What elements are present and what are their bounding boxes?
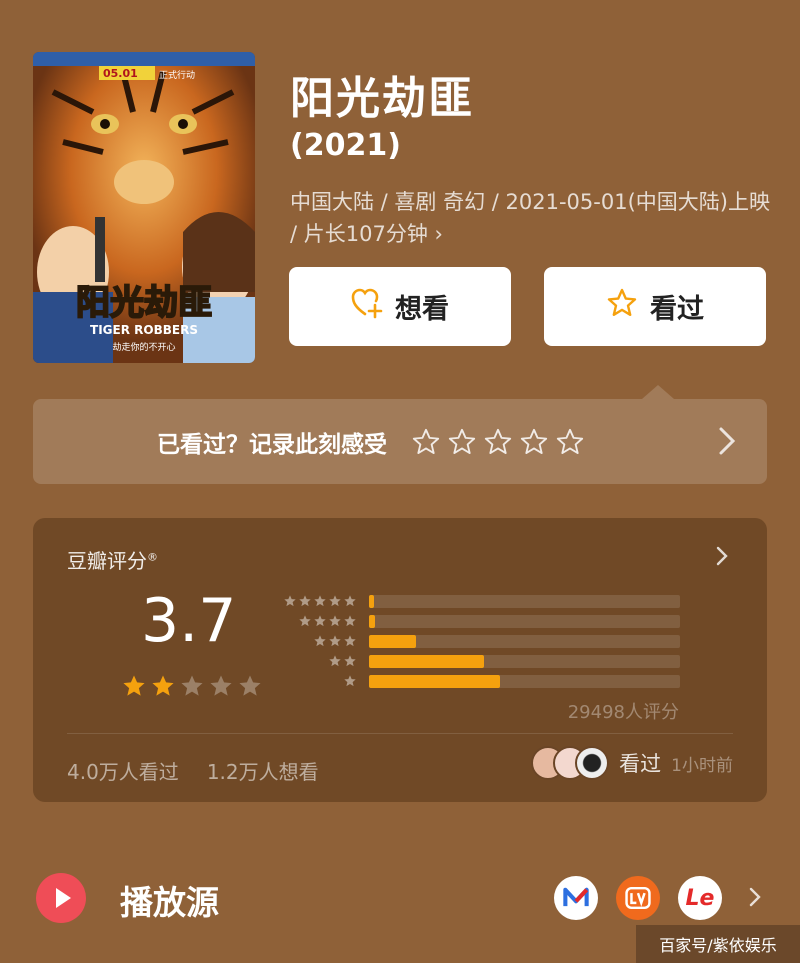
distribution-star-icon: [344, 655, 356, 667]
score-star-icon: [123, 675, 145, 696]
distribution-star-icon: [314, 615, 326, 627]
distribution-star-icon: [314, 595, 326, 607]
distribution-stars: [281, 674, 357, 688]
distribution-star-icon: [299, 595, 311, 607]
distribution-row: [281, 611, 680, 631]
distribution-star-icon: [329, 595, 341, 607]
friends-action: 看过: [619, 752, 662, 776]
platform-letv-icon[interactable]: Le: [678, 876, 722, 920]
distribution-row: [281, 591, 680, 611]
watermark: 百家号/紫依娱乐: [636, 925, 800, 963]
distribution-stars: [281, 634, 357, 648]
distribution-bar-fill: [369, 674, 500, 688]
play-icon[interactable]: [36, 873, 86, 923]
poster-tagline: 劫走你的不开心: [112, 341, 175, 353]
poster-date: 05.01: [103, 67, 138, 80]
rate-star-4-icon[interactable]: [519, 427, 549, 457]
chevron-right-icon[interactable]: [748, 886, 762, 908]
want-count: 1.2万人想看: [206, 760, 319, 784]
rate-stars[interactable]: [411, 427, 585, 457]
watched-button[interactable]: 看过: [544, 267, 766, 346]
distribution-star-icon: [284, 595, 296, 607]
record-feeling-text: 已看过？记录此刻感受: [157, 431, 387, 458]
popover-pointer: [642, 385, 674, 399]
record-feeling-bar[interactable]: 已看过？记录此刻感受: [33, 399, 767, 484]
play-source-label[interactable]: 播放源: [120, 876, 219, 924]
watched-label: 看过: [650, 294, 704, 325]
distribution-bar-track: [369, 614, 680, 628]
want-to-watch-label: 想看: [395, 294, 449, 325]
score-star-icon: [210, 675, 232, 696]
movie-poster[interactable]: 05.01 正式行动 阳光劫匪 TIGER ROBBERS 劫走你的不开心: [33, 52, 255, 363]
poster-date-suffix: 正式行动: [159, 69, 195, 81]
poster-subtitle: TIGER ROBBERS: [90, 323, 198, 337]
distribution-bar-fill: [369, 614, 376, 628]
rate-star-1-icon[interactable]: [411, 427, 441, 457]
distribution-stars: [281, 654, 357, 668]
distribution-star-icon: [344, 635, 356, 647]
distribution-bar-track: [369, 594, 680, 608]
rate-star-2-icon[interactable]: [447, 427, 477, 457]
movie-year: (2021): [290, 128, 401, 163]
distribution-bar-fill: [369, 634, 416, 648]
distribution-bar-track: [369, 674, 680, 688]
want-to-watch-button[interactable]: 想看: [289, 267, 511, 346]
distribution-star-icon: [314, 635, 326, 647]
score-star-icon: [181, 675, 203, 696]
distribution-stars: [281, 614, 357, 628]
chevron-right-icon[interactable]: [715, 545, 729, 567]
distribution-star-icon: [329, 615, 341, 627]
avatar: [575, 746, 610, 780]
chevron-right-icon[interactable]: [717, 425, 737, 457]
distribution-row: [281, 631, 680, 651]
rate-star-5-icon[interactable]: [555, 427, 585, 457]
rating-card[interactable]: 豆瓣评分® 3.7 29498人评分 4.0万人看过 1.2万人想看 看过 1小时…: [33, 518, 767, 802]
distribution-bar-track: [369, 654, 680, 668]
movie-meta[interactable]: 中国大陆 / 喜剧 奇幻 / 2021-05-01(中国大陆)上映 / 片长10…: [290, 186, 770, 250]
distribution-star-icon: [344, 615, 356, 627]
distribution-star-icon: [329, 655, 341, 667]
watched-count: 4.0万人看过: [67, 760, 179, 784]
star-outline-icon: [606, 287, 638, 326]
rating-count: 29498人评分: [567, 702, 679, 723]
rating-score: 3.7: [141, 586, 237, 656]
poster-title: 阳光劫匪: [76, 283, 212, 323]
rating-distribution: [281, 591, 680, 691]
platform-lv-icon[interactable]: [616, 876, 660, 920]
distribution-star-icon: [344, 675, 356, 687]
friends-activity[interactable]: 看过 1小时前: [531, 746, 733, 780]
divider: [67, 733, 733, 734]
distribution-star-icon: [329, 635, 341, 647]
distribution-bar-fill: [369, 594, 374, 608]
platform-mgtv-icon[interactable]: [554, 876, 598, 920]
distribution-bar-track: [369, 634, 680, 648]
poster-image: 05.01 正式行动 阳光劫匪 TIGER ROBBERS 劫走你的不开心: [33, 52, 255, 363]
distribution-bar-fill: [369, 654, 485, 668]
friends-time: 1小时前: [671, 755, 733, 776]
score-star-icon: [152, 675, 174, 696]
heart-plus-icon: [351, 287, 383, 326]
distribution-star-icon: [344, 595, 356, 607]
distribution-row: [281, 651, 680, 671]
movie-title: 阳光劫匪: [290, 73, 474, 124]
distribution-row: [281, 671, 680, 691]
rating-label: 豆瓣评分®: [67, 549, 158, 573]
score-stars: [121, 673, 263, 699]
rate-star-3-icon[interactable]: [483, 427, 513, 457]
distribution-star-icon: [299, 615, 311, 627]
distribution-stars: [281, 594, 357, 608]
score-star-icon: [239, 675, 261, 696]
watch-stats: 4.0万人看过 1.2万人想看: [67, 756, 319, 785]
